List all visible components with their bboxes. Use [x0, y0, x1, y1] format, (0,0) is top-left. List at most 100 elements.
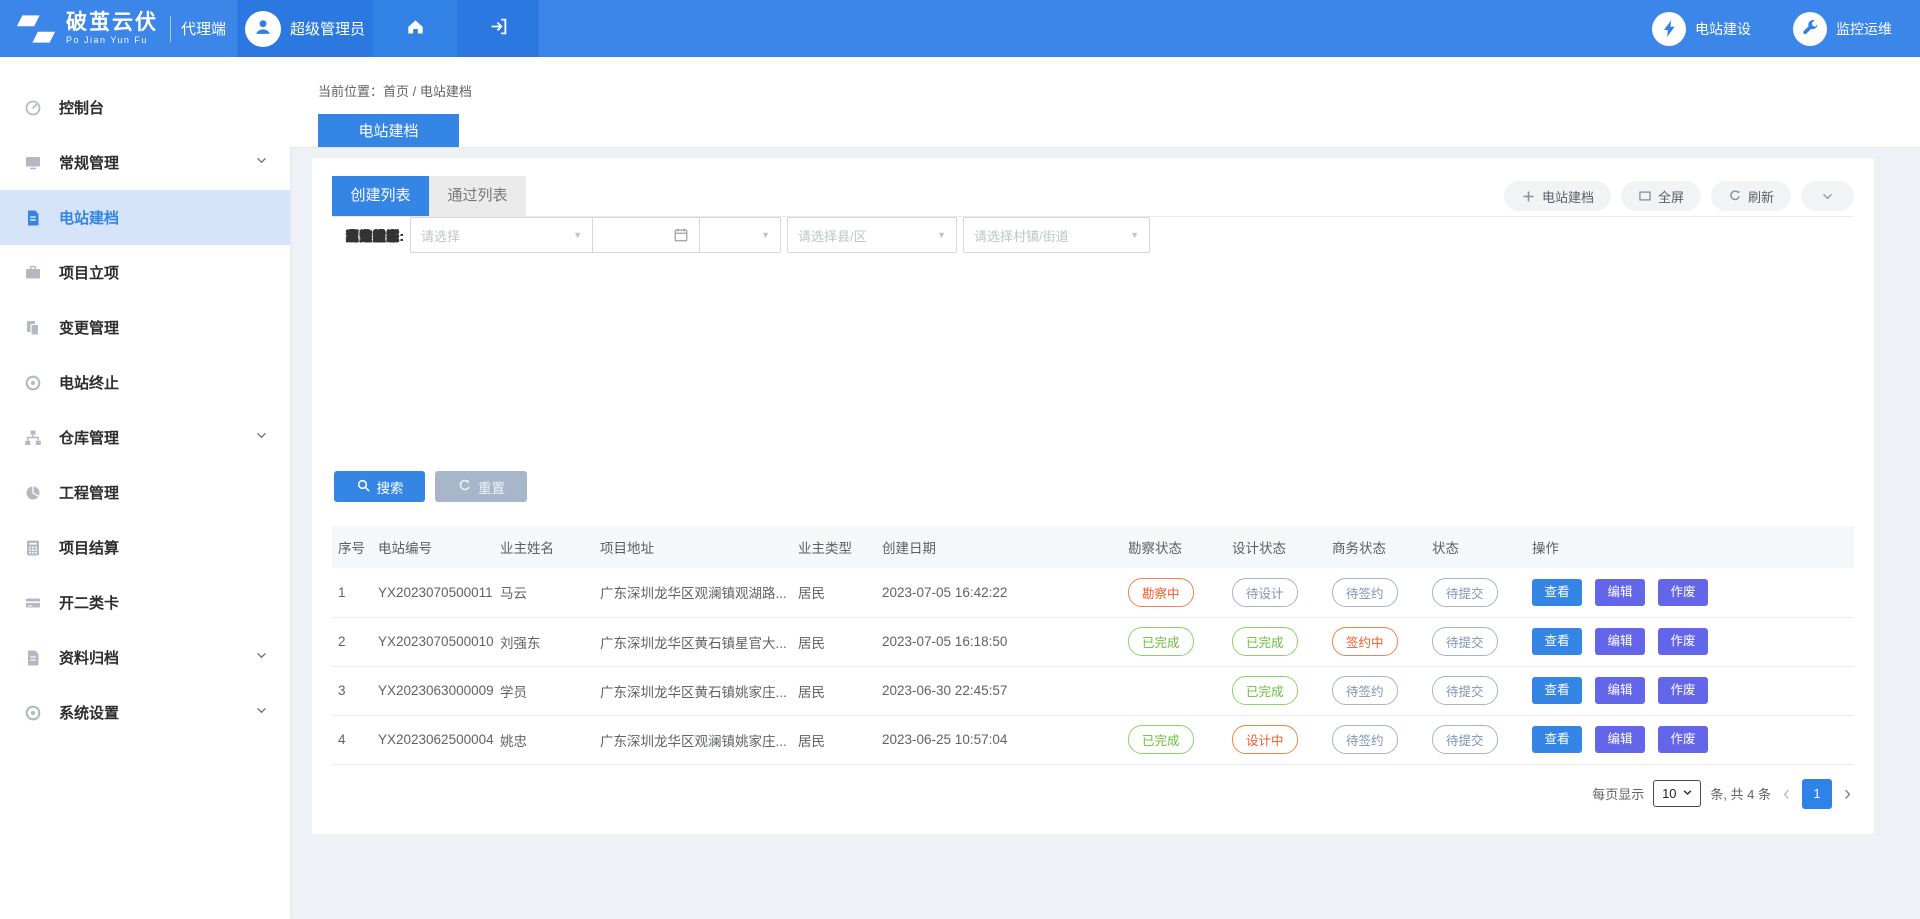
placeholder-text: 请选择县/区 [798, 226, 931, 245]
breadcrumb-bar: 当前位置：首页 / 电站建档 电站建档 [290, 57, 1920, 148]
edit-button[interactable]: 编辑 [1595, 628, 1645, 655]
status-badge: 待签约 [1332, 676, 1398, 705]
home-icon [406, 17, 425, 41]
status-badge: 已完成 [1128, 725, 1194, 754]
reset-button[interactable]: 重置 [435, 471, 527, 502]
created-date: 2023-06-25 10:57:04 [876, 715, 1122, 764]
sidebar-item-pie[interactable]: 工程管理 [0, 465, 290, 520]
survey-status-cell: 已完成 [1122, 715, 1226, 764]
sidebar-item-target[interactable]: 电站终止 [0, 355, 290, 410]
column-header: 设计状态 [1226, 526, 1326, 568]
column-header: 勘察状态 [1122, 526, 1226, 568]
edit-button[interactable]: 编辑 [1595, 677, 1645, 704]
brand-divider [170, 16, 171, 42]
tab-passed-list[interactable]: 通过列表 [429, 176, 526, 216]
sidebar-item-briefcase[interactable]: 项目立项 [0, 245, 290, 300]
column-header: 创建日期 [876, 526, 1122, 568]
table-row: 1YX2023070500011马云广东深圳龙华区观澜镇观湖路...居民2023… [332, 568, 1854, 617]
view-button[interactable]: 查看 [1532, 628, 1582, 655]
user-avatar-icon [245, 11, 281, 47]
quick-link-wrench[interactable]: 监控运维 [1793, 12, 1892, 46]
chevron-down-icon [1821, 190, 1834, 203]
select-caret-icon: ▼ [937, 230, 946, 240]
sidebar-item-label: 工程管理 [59, 482, 268, 503]
design-status-cell: 待设计 [1226, 568, 1326, 617]
refresh-button[interactable]: 刷新 [1711, 181, 1791, 211]
briefcase-icon [24, 262, 46, 284]
quick-link-bolt[interactable]: 电站建设 [1652, 12, 1751, 46]
row-index: 1 [332, 568, 372, 617]
sidebar-item-calculator[interactable]: 项目结算 [0, 520, 290, 575]
sidebar-item-sitemap[interactable]: 仓库管理 [0, 410, 290, 465]
tab-create-list[interactable]: 创建列表 [332, 176, 429, 216]
page-size-prefix: 每页显示 [1592, 784, 1644, 803]
sidebar-item-settings[interactable]: 系统设置 [0, 685, 290, 740]
placeholder-text: 请选择村镇/街道 [974, 226, 1124, 245]
sidebar-item-monitor[interactable]: 常规管理 [0, 135, 290, 190]
chevron-down-icon [255, 429, 268, 447]
station-code: YX2023063000009 [372, 666, 494, 715]
status-badge: 待设计 [1232, 578, 1298, 607]
void-button[interactable]: 作废 [1658, 628, 1708, 655]
owner-name: 刘强东 [494, 617, 594, 666]
view-button[interactable]: 查看 [1532, 726, 1582, 753]
panel-tabs-row: 创建列表通过列表 电站建档全屏刷新 [332, 176, 1854, 217]
filter-select[interactable]: 请选择▼ [410, 217, 593, 253]
sidebar-item-copy[interactable]: 变更管理 [0, 300, 290, 355]
total-count-label: 条, 共 4 条 [1710, 784, 1771, 803]
current-page-button[interactable]: 1 [1802, 779, 1832, 809]
column-header: 电站编号 [372, 526, 494, 568]
brand-portal-label: 代理端 [181, 18, 226, 39]
refresh-icon [1728, 189, 1742, 203]
search-button[interactable]: 搜索 [334, 471, 425, 502]
sidebar-item-label: 项目结算 [59, 537, 268, 558]
fullscreen-button[interactable]: 全屏 [1621, 181, 1701, 211]
collapse-button[interactable] [1801, 181, 1854, 211]
home-button[interactable] [373, 0, 457, 57]
sidebar-item-document[interactable]: 电站建档 [0, 190, 290, 245]
chevron-down-icon [255, 649, 268, 667]
sitemap-icon [24, 427, 46, 449]
next-page-button[interactable]: › [1841, 783, 1854, 804]
filter-select[interactable]: 请选择县/区 ▼ [787, 217, 957, 253]
void-button[interactable]: 作废 [1658, 579, 1708, 606]
owner-type: 居民 [792, 568, 876, 617]
sidebar-item-dashboard[interactable]: 控制台 [0, 80, 290, 135]
brand-logo: 破茧云伏 Po Jian Yun Fu 代理端 [0, 0, 237, 57]
column-header: 商务状态 [1326, 526, 1426, 568]
prev-page-button[interactable]: ‹ [1780, 783, 1793, 804]
logout-button[interactable] [457, 0, 539, 57]
void-button[interactable]: 作废 [1658, 726, 1708, 753]
design-status-cell: 设计中 [1226, 715, 1326, 764]
business-status-cell: 签约中 [1326, 617, 1426, 666]
view-button[interactable]: 查看 [1532, 677, 1582, 704]
edit-button[interactable]: 编辑 [1595, 579, 1645, 606]
chevron-down-icon [255, 154, 268, 172]
add-station-button[interactable]: 电站建档 [1504, 181, 1611, 211]
owner-name: 马云 [494, 568, 594, 617]
pagination: 每页显示 10 条, 共 4 条 ‹ 1 › [332, 779, 1854, 809]
view-button[interactable]: 查看 [1532, 579, 1582, 606]
row-index: 4 [332, 715, 372, 764]
status-status-cell: 待提交 [1426, 617, 1526, 666]
sidebar-item-archive[interactable]: 资料归档 [0, 630, 290, 685]
void-button[interactable]: 作废 [1658, 677, 1708, 704]
owner-type: 居民 [792, 666, 876, 715]
page-size-select[interactable]: 10 [1653, 780, 1701, 807]
logout-icon [489, 17, 508, 41]
current-user[interactable]: 超级管理员 [237, 0, 373, 57]
filter-select[interactable]: 请选择村镇/街道▼ [963, 217, 1150, 253]
chevron-down-icon [1682, 786, 1693, 801]
edit-button[interactable]: 编辑 [1595, 726, 1645, 753]
quick-link-label: 电站建设 [1695, 19, 1751, 39]
station-code: YX2023062500004 [372, 715, 494, 764]
filter-group-10: 业主类型:请选择▼ [332, 217, 599, 253]
sidebar-item-card[interactable]: 开二类卡 [0, 575, 290, 630]
sidebar: 控制台常规管理电站建档项目立项变更管理电站终止仓库管理工程管理项目结算开二类卡资… [0, 57, 290, 919]
survey-status-cell [1122, 666, 1226, 715]
owner-type: 居民 [792, 617, 876, 666]
business-status-cell: 待签约 [1326, 666, 1426, 715]
monitor-icon [24, 152, 46, 174]
page-tab[interactable]: 电站建档 [318, 114, 459, 147]
brand-subtitle: Po Jian Yun Fu [66, 36, 158, 45]
